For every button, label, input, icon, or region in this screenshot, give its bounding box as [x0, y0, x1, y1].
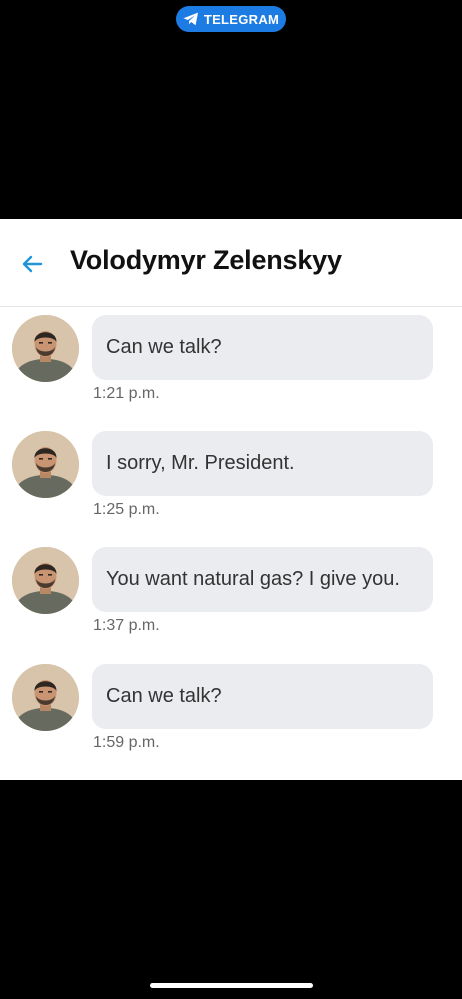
message-row: You want natural gas? I give you. 1:37 p…: [0, 547, 462, 657]
back-arrow-icon[interactable]: [20, 252, 44, 276]
avatar[interactable]: [12, 547, 79, 614]
message-timestamp: 1:25 p.m.: [93, 501, 160, 518]
message-row: I sorry, Mr. President. 1:25 p.m.: [0, 431, 462, 541]
message-bubble[interactable]: Can we talk?: [92, 315, 433, 380]
home-indicator[interactable]: [150, 983, 313, 988]
message-bubble[interactable]: I sorry, Mr. President.: [92, 431, 433, 496]
avatar[interactable]: [12, 664, 79, 731]
chat-header: Volodymyr Zelenskyy: [0, 219, 462, 307]
message-row: Can we talk? 1:59 p.m.: [0, 664, 462, 774]
message-bubble[interactable]: Can we talk?: [92, 664, 433, 729]
message-timestamp: 1:37 p.m.: [93, 617, 160, 634]
telegram-badge[interactable]: TELEGRAM: [176, 6, 286, 32]
app-badge-label: TELEGRAM: [203, 11, 280, 27]
avatar[interactable]: [12, 315, 79, 382]
message-bubble[interactable]: You want natural gas? I give you.: [92, 547, 433, 612]
chat-panel: Volodymyr Zelenskyy Can we talk? 1:21 p.…: [0, 219, 462, 780]
avatar[interactable]: [12, 431, 79, 498]
contact-name: Volodymyr Zelenskyy: [70, 245, 342, 275]
message-row: Can we talk? 1:21 p.m.: [0, 315, 462, 425]
message-timestamp: 1:21 p.m.: [93, 385, 160, 402]
telegram-plane-icon: [183, 12, 198, 26]
message-timestamp: 1:59 p.m.: [93, 734, 160, 751]
